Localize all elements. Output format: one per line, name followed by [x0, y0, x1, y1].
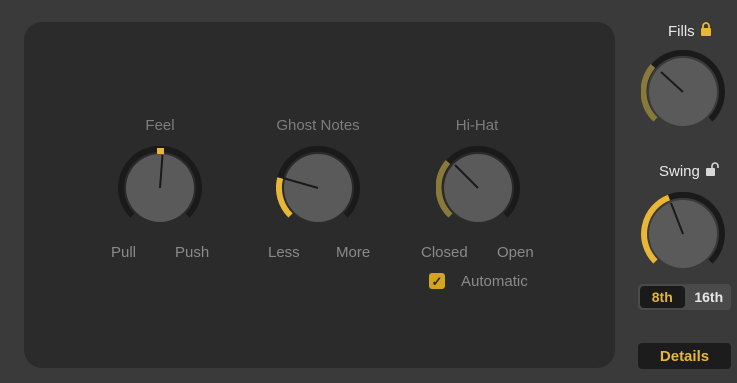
hi-hat-knob-graphic: [436, 146, 520, 222]
automatic-checkbox-row[interactable]: ✓ Automatic: [429, 271, 528, 291]
feel-title: Feel: [145, 117, 175, 134]
fills-knob-graphic: [641, 50, 725, 126]
feel-push-label: Push: [175, 244, 210, 261]
fills-title: Fills: [668, 22, 695, 40]
ghost-notes-title: Ghost Notes: [276, 117, 360, 134]
hi-hat-title: Hi-Hat: [455, 117, 499, 134]
checkmark-icon: ✓: [431, 273, 443, 289]
segment-8th-button[interactable]: 8th: [640, 286, 685, 308]
lock-open-icon[interactable]: [705, 162, 719, 180]
feel-pull-label: Pull: [111, 244, 137, 261]
swing-header: Swing: [659, 162, 719, 180]
feel-knob-graphic: [118, 146, 202, 222]
details-button[interactable]: Details: [638, 343, 731, 369]
ghost-notes-more-label: More: [336, 244, 371, 261]
lock-open-glyph: [705, 162, 719, 176]
lock-closed-glyph: [700, 22, 711, 36]
hi-hat-knob[interactable]: [436, 146, 520, 230]
hi-hat-open-label: Open: [497, 244, 534, 261]
feel-knob[interactable]: [118, 146, 202, 230]
swing-title: Swing: [659, 162, 700, 180]
ghost-notes-less-label: Less: [268, 244, 300, 261]
ghost-notes-knob-graphic: [276, 146, 360, 222]
lock-closed-icon[interactable]: [700, 22, 712, 40]
fills-header: Fills: [668, 22, 712, 40]
segment-16th-button[interactable]: 16th: [687, 284, 732, 310]
automatic-label: Automatic: [461, 272, 528, 290]
automatic-checkbox[interactable]: ✓: [429, 273, 445, 289]
fills-knob[interactable]: [641, 50, 725, 134]
ghost-notes-knob[interactable]: [276, 146, 360, 230]
swing-resolution-segmented-control: 8th 16th: [638, 284, 731, 310]
swing-knob[interactable]: [641, 192, 725, 276]
swing-knob-graphic: [641, 192, 725, 268]
hi-hat-closed-label: Closed: [421, 244, 468, 261]
